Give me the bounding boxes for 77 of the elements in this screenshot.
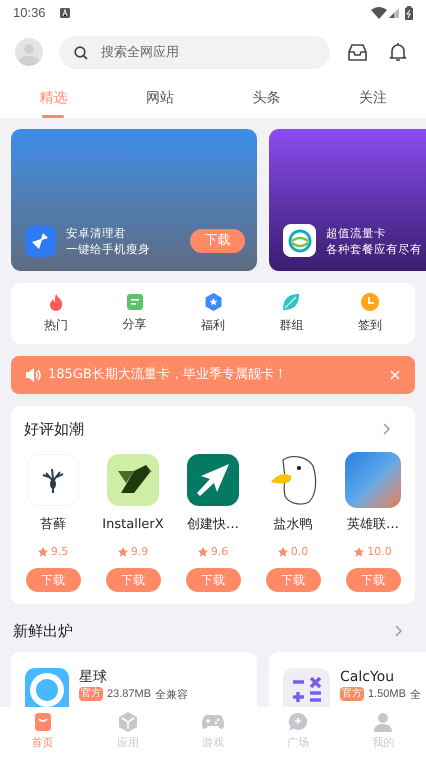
chevron-right-icon[interactable] (395, 625, 402, 638)
hexagon-star-icon (204, 293, 222, 311)
wifi-icon (371, 7, 387, 19)
download-button[interactable]: 下载 (186, 568, 240, 592)
app-card[interactable]: CalcYou 官方 1.50MB 全 (269, 652, 426, 707)
note-icon (126, 294, 143, 310)
clock-icon (360, 293, 379, 311)
app-rating: 9.5 (38, 544, 68, 560)
app-name: 星球 (79, 668, 108, 686)
nav-label[interactable]: 应用 (116, 735, 139, 752)
app-name: 盐水鸭 (274, 516, 312, 534)
shortcut-label[interactable]: 签到 (358, 316, 382, 334)
notice-bar[interactable]: 185GB长期大流量卡，毕业季专属靓卡！ (11, 356, 415, 394)
app-rating: 0.0 (278, 544, 308, 560)
shortcut-label[interactable]: 分享 (122, 315, 147, 333)
official-tag: 官方 (340, 687, 364, 701)
nav-label[interactable]: 广场 (287, 735, 310, 752)
banner-card[interactable]: 安卓清理君 一键给手机瘦身 下载 (11, 129, 257, 271)
signal-icon (389, 8, 399, 18)
nav-label[interactable]: 游戏 (202, 735, 224, 752)
status-time: 10:36 (13, 4, 46, 22)
download-button[interactable]: 下载 (190, 229, 245, 253)
shortcut-label[interactable]: 群组 (279, 316, 304, 334)
avatar[interactable] (15, 38, 43, 66)
official-tag: 官方 (79, 687, 103, 701)
calculator-icon (283, 668, 330, 707)
compatibility-text: 全 (410, 686, 421, 702)
user-icon[interactable] (372, 712, 394, 732)
banner-subtitle: 各种套餐应有尽有 (326, 240, 423, 256)
banner-title: 超值流量卡 (326, 224, 387, 240)
nav-label[interactable]: 首页 (32, 735, 54, 752)
chat-bubble-icon[interactable] (287, 712, 310, 732)
search-field[interactable]: 搜索全网应用 (59, 36, 330, 68)
close-icon[interactable] (390, 370, 400, 380)
shortcut-label[interactable]: 福利 (201, 316, 226, 334)
app-size: 23.87MB (107, 686, 152, 702)
bell-icon[interactable] (389, 42, 407, 62)
tab[interactable]: 关注 (320, 78, 426, 118)
notification-icon (60, 8, 70, 18)
download-button[interactable]: 下载 (26, 568, 80, 592)
shortcut-label[interactable]: 热门 (44, 316, 68, 334)
game-character-image (345, 452, 401, 508)
tab[interactable]: 精选 (0, 78, 106, 118)
compatibility-text: 全兼容 (155, 686, 188, 702)
app-name: 英雄联… (347, 516, 399, 534)
banner-subtitle: 一键给手机瘦身 (66, 241, 151, 257)
tab[interactable]: 网站 (106, 78, 213, 118)
tab[interactable]: 头条 (213, 78, 320, 118)
battery-icon (405, 6, 413, 20)
cube-icon[interactable] (116, 712, 139, 732)
app-name: CalcYou (340, 668, 396, 686)
download-button[interactable]: 下载 (346, 568, 400, 592)
app-size: 1.50MB (368, 686, 406, 702)
nav-label[interactable]: 我的 (372, 735, 394, 752)
section-title: 好评如潮 (24, 419, 84, 440)
leaf-icon (282, 293, 300, 311)
notice-text: 185GB长期大流量卡，毕业季专属靓卡！ (48, 366, 288, 384)
app-rating: 10.0 (354, 544, 392, 560)
banner-card[interactable]: 超值流量卡 各种套餐应有尽有 (269, 129, 426, 271)
inbox-icon[interactable] (348, 44, 367, 60)
download-button[interactable]: 下载 (266, 568, 320, 592)
app-name: 创建快… (187, 516, 239, 534)
app-rating: 9.6 (198, 544, 228, 560)
app-name: 苔藓 (40, 516, 66, 534)
banner-title: 安卓清理君 (66, 225, 127, 241)
speaker-icon (26, 368, 42, 382)
chevron-right-icon[interactable] (383, 423, 390, 436)
duck-icon (269, 454, 317, 506)
bird-icon (107, 454, 159, 506)
download-button[interactable]: 下载 (106, 568, 160, 592)
section-title: 新鲜出炉 (13, 621, 73, 642)
app-rating: 9.9 (118, 544, 148, 560)
app-card[interactable]: 星球 官方 23.87MB 全兼容 (11, 652, 257, 707)
app-name: InstallerX (102, 516, 164, 534)
tree-icon (27, 454, 79, 506)
search-icon (74, 46, 88, 60)
carrier-logo-icon (283, 224, 316, 257)
